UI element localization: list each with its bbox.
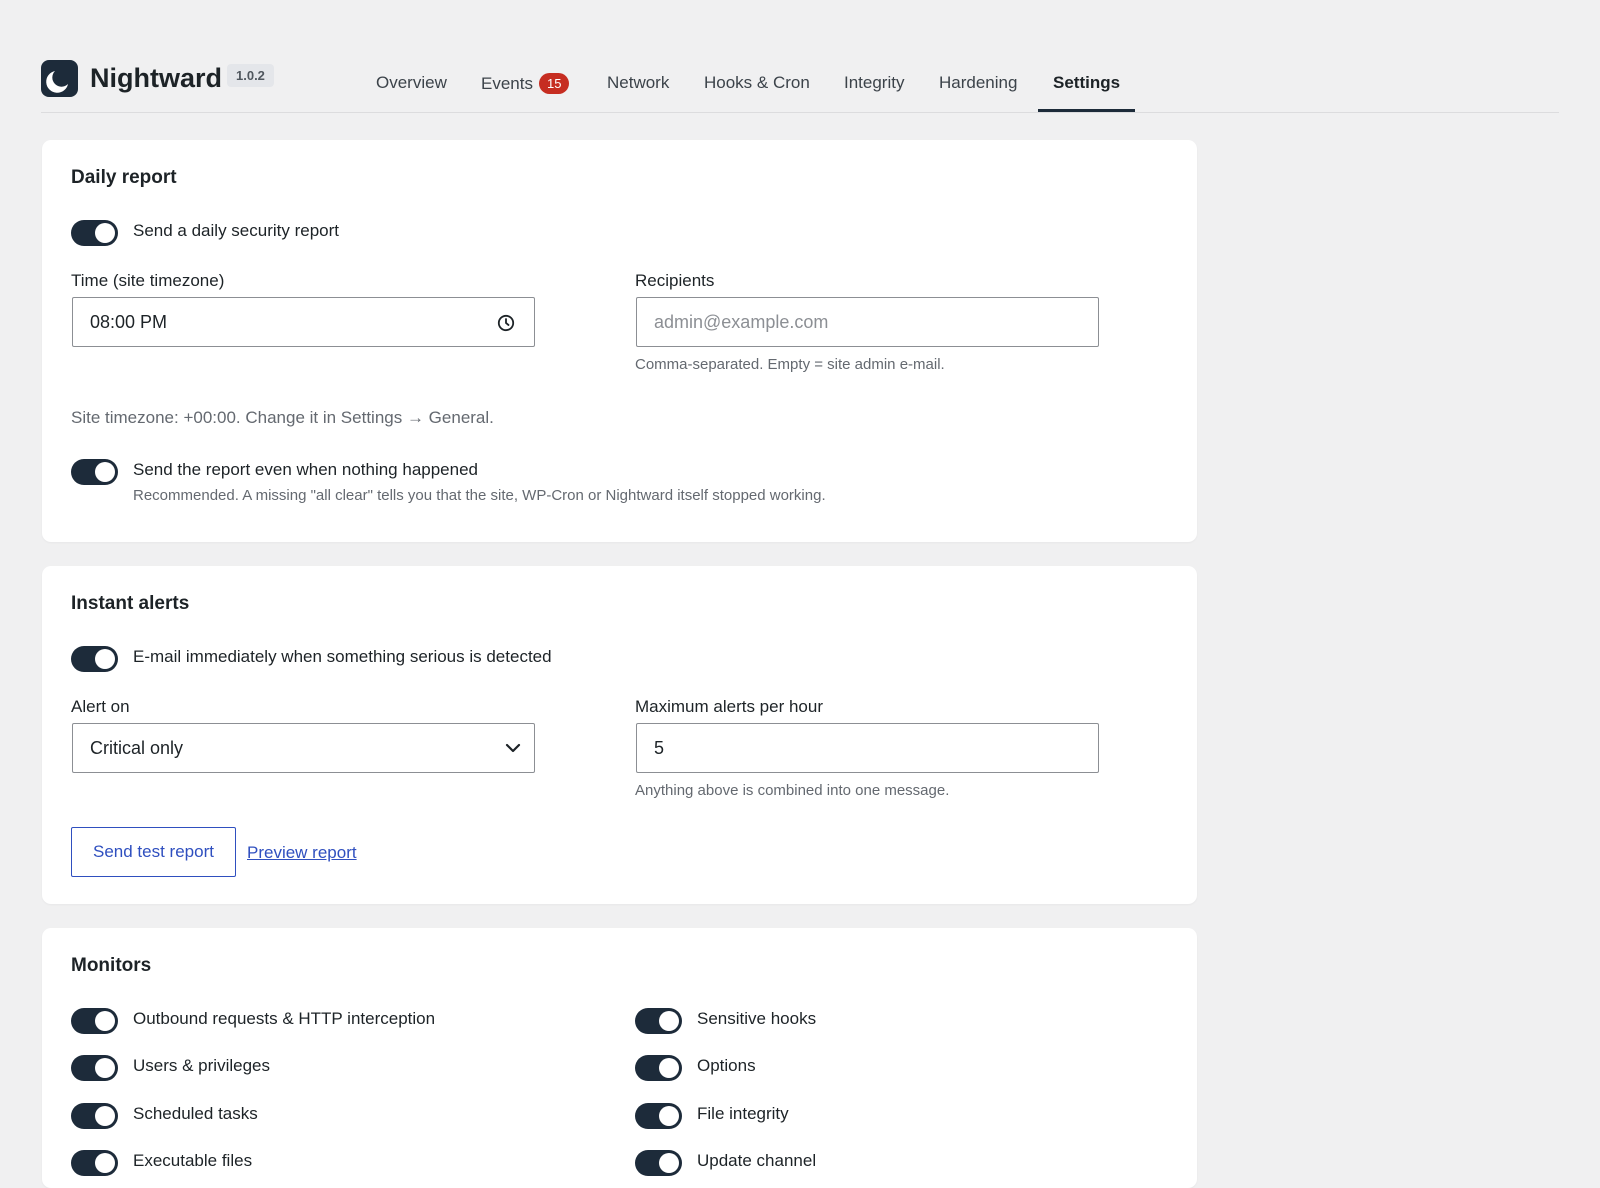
tab-events-label: Events [481, 74, 533, 93]
active-tab-indicator [1038, 109, 1135, 112]
time-label: Time (site timezone) [71, 271, 225, 290]
tab-integrity[interactable]: Integrity [844, 73, 904, 93]
monitors-title: Monitors [71, 955, 152, 976]
recipients-input[interactable] [636, 297, 1099, 347]
daily-report-card: Daily report Send a daily security repor… [42, 140, 1197, 542]
chevron-down-icon [505, 743, 521, 753]
monitor-toggle-users-privileges[interactable] [71, 1055, 118, 1081]
monitor-label-outbound-requests: Outbound requests & HTTP interception [133, 1009, 436, 1028]
monitor-label-file-integrity: File integrity [697, 1104, 789, 1123]
send-test-report-button[interactable]: Send test report [71, 827, 236, 877]
send-empty-report-label: Send the report even when nothing happen… [133, 460, 478, 479]
monitor-label-users-privileges: Users & privileges [133, 1056, 270, 1075]
tab-overview[interactable]: Overview [376, 73, 447, 93]
tab-hooks-cron[interactable]: Hooks & Cron [704, 73, 810, 93]
instant-alerts-toggle[interactable] [71, 646, 118, 672]
daily-report-title: Daily report [71, 167, 177, 188]
time-input[interactable] [72, 297, 535, 347]
monitor-toggle-update-channel[interactable] [635, 1150, 682, 1176]
clock-icon[interactable] [497, 314, 515, 332]
preview-report-link[interactable]: Preview report [247, 843, 357, 863]
tab-network[interactable]: Network [607, 73, 669, 93]
timezone-note: Site timezone: +00:00. Change it in Sett… [71, 408, 494, 427]
monitor-label-scheduled-tasks: Scheduled tasks [133, 1104, 258, 1123]
brand-name: Nightward [90, 63, 222, 93]
alert-on-label: Alert on [71, 697, 130, 716]
recipients-label: Recipients [635, 271, 715, 290]
instant-alerts-card: Instant alerts E-mail immediately when s… [42, 566, 1197, 904]
monitors-card: Monitors Outbound requests & HTTP interc… [42, 928, 1197, 1188]
monitor-toggle-scheduled-tasks[interactable] [71, 1103, 118, 1129]
nightward-logo-icon [41, 60, 78, 97]
monitor-toggle-outbound-requests[interactable] [71, 1008, 118, 1034]
recipients-help: Comma-separated. Empty = site admin e-ma… [635, 356, 945, 373]
monitor-label-options: Options [697, 1056, 756, 1075]
alert-on-selected-value: Critical only [90, 738, 184, 758]
max-alerts-label: Maximum alerts per hour [635, 697, 824, 716]
monitor-label-sensitive-hooks: Sensitive hooks [697, 1009, 817, 1028]
daily-report-toggle-label: Send a daily security report [133, 221, 339, 240]
tab-hardening[interactable]: Hardening [939, 73, 1017, 93]
monitor-toggle-options[interactable] [635, 1055, 682, 1081]
monitor-label-update-channel: Update channel [697, 1151, 817, 1170]
monitor-label-executable-files: Executable files [133, 1151, 253, 1170]
instant-alerts-toggle-label: E-mail immediately when something seriou… [133, 647, 552, 666]
top-header: Nightward 1.0.2 Overview Events 15 Networ… [41, 56, 1559, 113]
send-empty-report-help: Recommended. A missing "all clear" tells… [133, 487, 826, 504]
version-badge: 1.0.2 [227, 64, 274, 87]
daily-report-toggle[interactable] [71, 220, 118, 246]
events-count-badge: 15 [538, 73, 570, 94]
send-empty-report-toggle[interactable] [71, 459, 118, 485]
monitor-toggle-sensitive-hooks[interactable] [635, 1008, 682, 1034]
max-alerts-help: Anything above is combined into one mess… [635, 782, 950, 799]
tab-events[interactable]: Events 15 [481, 73, 570, 94]
monitor-toggle-executable-files[interactable] [71, 1150, 118, 1176]
max-alerts-input[interactable] [636, 723, 1099, 773]
monitor-toggle-file-integrity[interactable] [635, 1103, 682, 1129]
instant-alerts-title: Instant alerts [71, 593, 190, 614]
alert-on-select[interactable]: Critical only [72, 723, 535, 773]
tab-settings[interactable]: Settings [1053, 73, 1120, 93]
